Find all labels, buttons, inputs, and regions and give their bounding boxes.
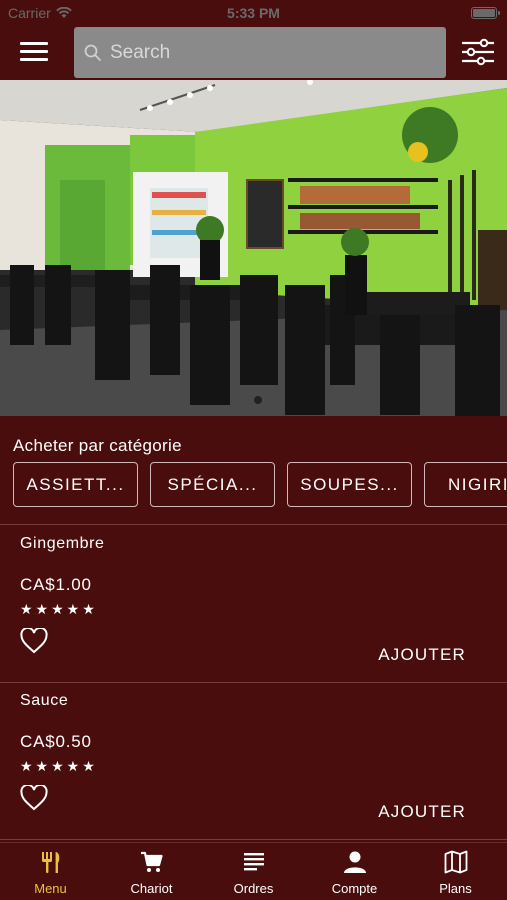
category-button-soupes[interactable]: SOUPES... — [287, 462, 412, 507]
hamburger-line — [20, 50, 48, 53]
fork-knife-icon — [41, 852, 59, 873]
person-icon — [343, 851, 366, 873]
hero-banner-image[interactable] — [0, 80, 507, 416]
divider — [0, 839, 507, 840]
tab-chariot[interactable]: Chariot — [101, 843, 202, 900]
product-card[interactable]: Sauce CA$0.50 ★★★★★ AJOUTER — [0, 682, 507, 839]
tab-compte[interactable]: Compte — [304, 843, 405, 900]
product-name: Sauce — [20, 692, 69, 709]
battery-icon — [471, 7, 500, 19]
search-icon — [84, 44, 101, 61]
tab-label: Ordres — [233, 881, 274, 896]
status-time: 5:33 PM — [227, 5, 280, 21]
product-price: CA$1.00 — [20, 575, 92, 594]
add-to-cart-button[interactable]: AJOUTER — [378, 802, 466, 822]
hamburger-menu-button[interactable] — [20, 42, 48, 64]
tab-plans[interactable]: Plans — [405, 843, 506, 900]
product-card[interactable]: Gingembre CA$1.00 ★★★★★ AJOUTER — [0, 525, 507, 682]
top-bar — [0, 26, 507, 80]
hamburger-line — [20, 58, 48, 61]
tab-label: Compte — [331, 881, 378, 896]
tab-label: Plans — [439, 881, 472, 896]
product-rating-stars: ★★★★★ — [20, 758, 98, 774]
bottom-tab-bar: Menu Chariot Ordres Compte Plans — [0, 842, 507, 900]
tab-menu[interactable]: Menu — [0, 843, 101, 900]
hamburger-line — [20, 42, 48, 45]
category-button-specialites[interactable]: SPÉCIA... — [150, 462, 275, 507]
search-input[interactable] — [110, 41, 410, 64]
carousel-page-indicator[interactable] — [253, 396, 262, 404]
favorite-heart-icon[interactable] — [20, 785, 48, 811]
product-price: CA$0.50 — [20, 732, 92, 751]
category-scroller[interactable]: ASSIETT... SPÉCIA... SOUPES... NIGIRI — [13, 462, 507, 508]
map-icon — [444, 850, 467, 874]
tab-label: Menu — [34, 881, 67, 896]
filter-sliders-icon[interactable] — [461, 38, 495, 66]
product-rating-stars: ★★★★★ — [20, 601, 98, 617]
list-icon — [243, 853, 264, 871]
tab-label: Chariot — [130, 881, 173, 896]
restaurant-interior-photo — [0, 80, 507, 416]
tab-ordres[interactable]: Ordres — [203, 843, 304, 900]
favorite-heart-icon[interactable] — [20, 628, 48, 654]
status-bar: Carrier 5:33 PM — [0, 0, 507, 26]
category-button-nigiri[interactable]: NIGIRI — [424, 462, 507, 507]
search-bar[interactable] — [74, 27, 446, 78]
category-button-assiettes[interactable]: ASSIETT... — [13, 462, 138, 507]
add-to-cart-button[interactable]: AJOUTER — [378, 645, 466, 665]
cart-icon — [140, 851, 163, 872]
category-section-title: Acheter par catégorie — [13, 436, 182, 455]
product-name: Gingembre — [20, 535, 105, 552]
